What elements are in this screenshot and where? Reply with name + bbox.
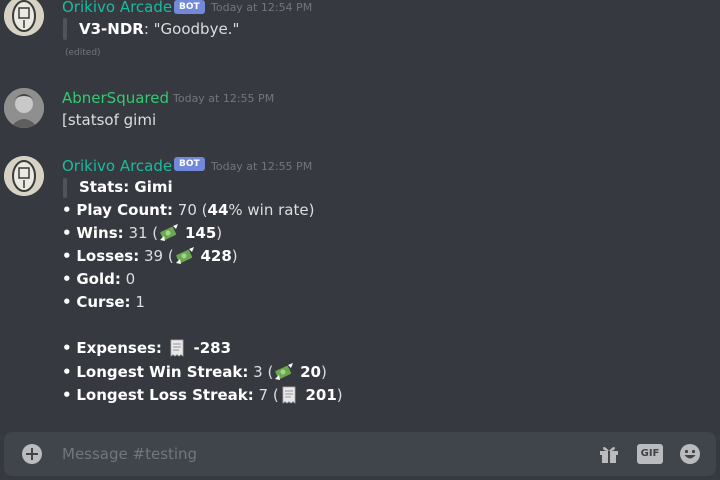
bot-avatar-icon [4,156,44,196]
stat-value: 0 [125,270,136,288]
stat-value: 7 ( [258,386,279,404]
add-circle-icon[interactable] [22,444,42,464]
money-with-wings-icon [159,224,179,242]
bot-tag: BOT [174,0,205,14]
edited-label: (edited) [65,48,101,58]
quote-content: V3-NDR: "Goodbye." [79,18,239,41]
stat-value: 1 [135,293,145,311]
win-rate-suffix: % win rate) [228,201,315,219]
bullet: • [62,339,72,357]
quote-bar [63,178,67,198]
bullet: • [62,363,72,381]
paren: ) [231,247,238,265]
paren: ) [336,386,343,404]
loss-streak-amount: 201 [305,386,337,404]
bullet: • [62,386,72,404]
avatar[interactable] [4,88,44,128]
stats-title-text: Stats: Gimi [79,178,173,196]
emoji-smile-icon[interactable] [679,443,701,465]
stats-title: Stats: Gimi [79,176,173,199]
stat-label: Losses: [76,247,140,265]
timestamp: Today at 12:54 PM [211,1,313,14]
avatar[interactable] [4,156,44,196]
stat-losses: • Losses: 39 ( 428) [62,245,238,268]
bullet: • [62,293,72,311]
stat-label: Expenses: [76,339,162,357]
expenses-amount: -283 [193,339,232,357]
stat-value: 39 ( [143,247,174,265]
stat-label: Play Count: [76,201,174,219]
bullet: • [62,247,72,265]
stat-label: Curse: [76,293,131,311]
paren: ) [216,224,223,242]
gif-button[interactable]: GIF [637,444,663,464]
avatar[interactable] [4,0,44,36]
quote-text: : "Goodbye." [143,20,240,38]
stat-wins: • Wins: 31 ( 145) [62,222,222,245]
user-avatar-icon [4,88,44,128]
message-input[interactable]: Message #testing [62,444,197,464]
message-content: [statsof gimi [62,111,157,129]
stat-longest-loss-streak: • Longest Loss Streak: 7 ( 201) [62,384,343,407]
win-streak-amount: 20 [300,363,321,381]
stat-value: 31 ( [128,224,159,242]
stat-label: Longest Win Streak: [76,363,249,381]
quote-bar [63,18,67,40]
stat-expenses: • Expenses: -283 [62,337,231,360]
stat-value: 70 ( [177,201,208,219]
money-with-wings-icon [274,363,294,381]
stat-label: Gold: [76,270,121,288]
stat-curse: • Curse: 1 [62,291,145,314]
wins-amount: 145 [184,224,217,242]
message-list: Orikivo Arcade BOT Today at 12:54 PM V3-… [0,0,720,432]
gift-icon[interactable] [598,443,620,465]
stat-value: 3 ( [253,363,274,381]
bot-tag: BOT [174,157,205,171]
timestamp: Today at 12:55 PM [173,92,275,105]
money-with-wings-icon [175,247,195,265]
losses-amount: 428 [200,247,232,265]
bullet: • [62,201,72,219]
paren: ) [321,363,327,381]
quote-speaker: V3-NDR [79,20,144,38]
bullet: • [62,270,72,288]
stat-label: Longest Loss Streak: [76,386,254,404]
message-composer: Message #testing GIF [4,432,716,476]
bullet: • [62,224,72,242]
win-rate-value: 44 [207,201,229,219]
author-name[interactable]: AbnerSquared [62,89,169,107]
author-name[interactable]: Orikivo Arcade [62,157,172,175]
receipt-icon [168,339,188,357]
author-name[interactable]: Orikivo Arcade [62,0,172,16]
stat-longest-win-streak: • Longest Win Streak: 3 ( 20) [62,361,327,384]
stat-play-count: • Play Count: 70 (44% win rate) [62,199,314,222]
stat-gold: • Gold: 0 [62,268,135,291]
timestamp: Today at 12:55 PM [211,160,313,173]
stat-label: Wins: [76,224,124,242]
receipt-icon [280,386,300,404]
bot-avatar-icon [4,0,44,36]
